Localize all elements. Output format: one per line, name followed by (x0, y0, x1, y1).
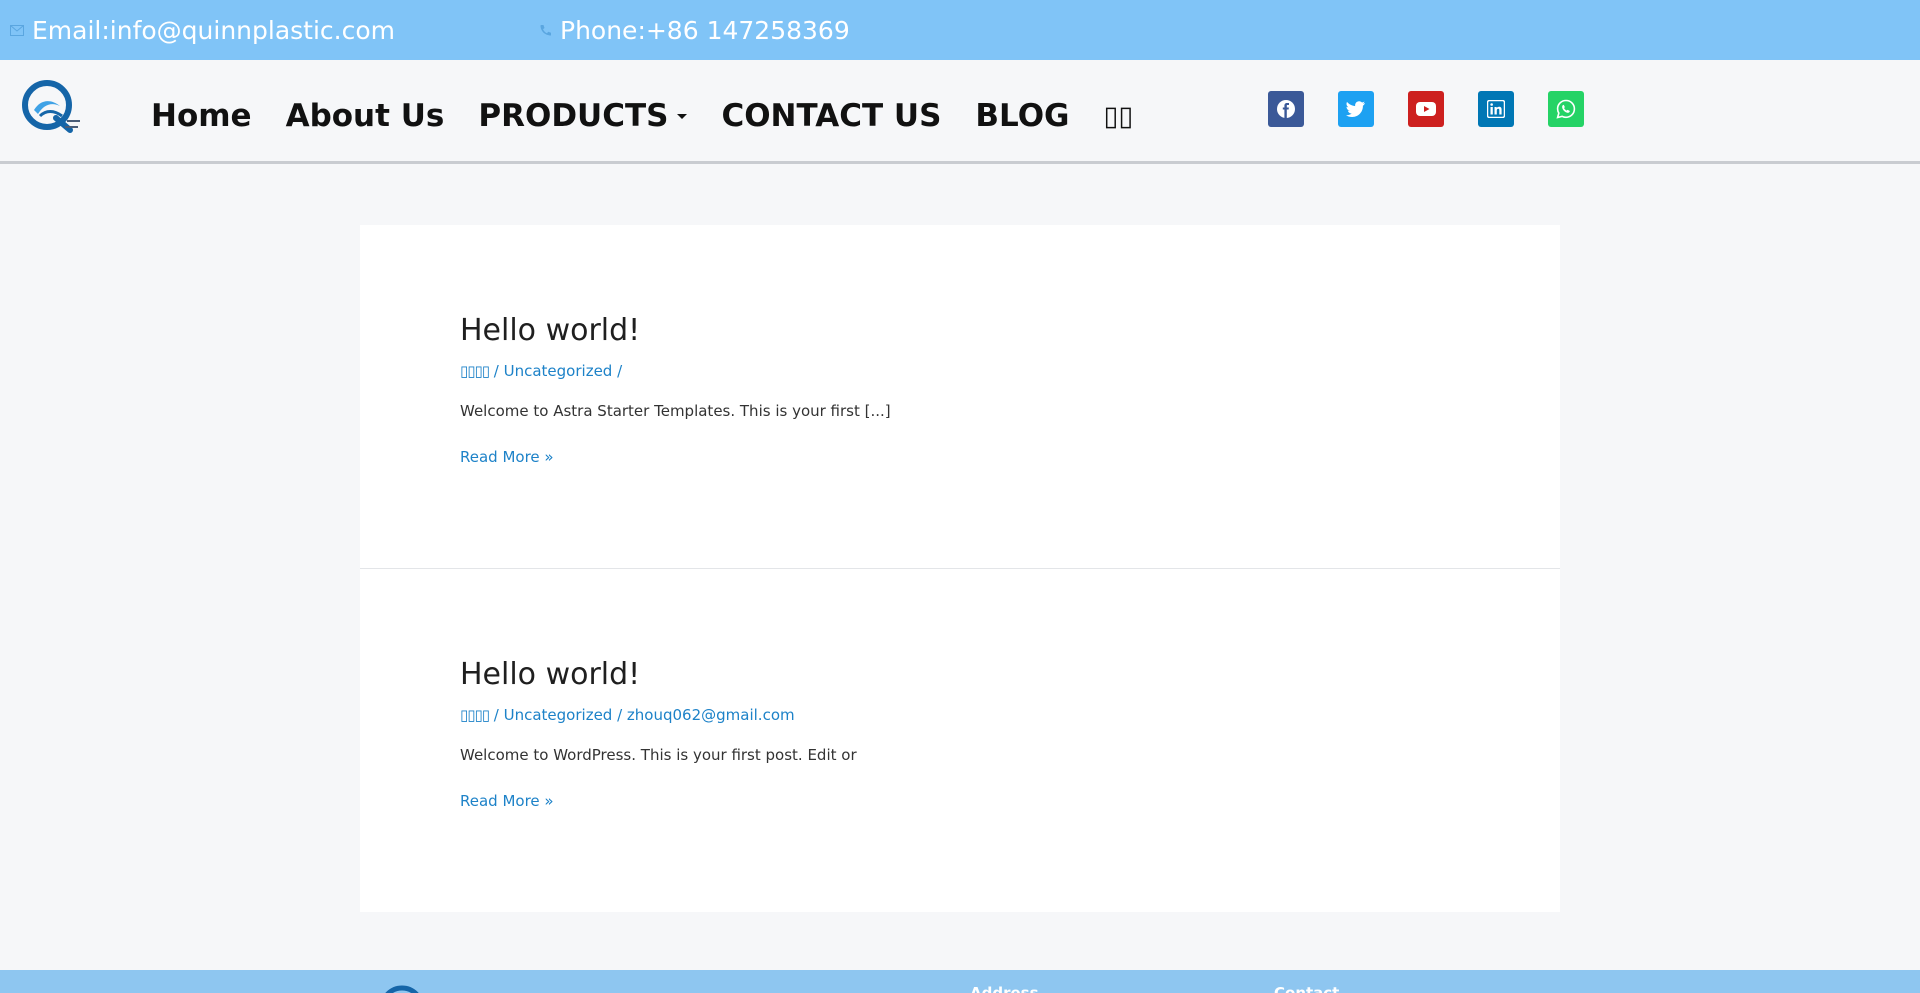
nav-item-language[interactable]: ▯▯ (1104, 101, 1134, 132)
caret-down-icon (677, 113, 688, 119)
post-date[interactable]: ▯▯▯▯ (460, 706, 490, 724)
post-title[interactable]: Hello world! (460, 653, 1460, 697)
twitter-link[interactable] (1338, 91, 1374, 127)
post-card: Hello world! ▯▯▯▯ / Uncategorized / zhou… (360, 568, 1560, 912)
site-logo[interactable] (20, 80, 82, 136)
site-footer: Address Contact (0, 970, 1920, 993)
main-nav: Home About Us PRODUCTS CONTACT US BLOG ▯… (151, 90, 1167, 142)
whatsapp-link[interactable] (1548, 91, 1584, 127)
nav-item-blog[interactable]: BLOG (975, 98, 1069, 134)
logo-mark (385, 985, 419, 993)
nav-item-about[interactable]: About Us (286, 98, 445, 134)
post-card: Hello world! ▯▯▯▯ / Uncategorized / Welc… (360, 225, 1560, 568)
facebook-icon (1277, 100, 1295, 118)
linkedin-icon (1487, 100, 1505, 118)
post-excerpt: Welcome to WordPress. This is your first… (460, 746, 857, 764)
meta-separator: / (489, 706, 504, 724)
post-list: Hello world! ▯▯▯▯ / Uncategorized / Welc… (360, 225, 1560, 912)
post-meta: ▯▯▯▯ / Uncategorized / (460, 360, 1460, 382)
twitter-icon (1346, 101, 1365, 117)
envelope-icon (8, 21, 26, 39)
post-category[interactable]: Uncategorized (504, 706, 613, 724)
nav-about-label: About Us (285, 98, 445, 134)
nav-contact-label: CONTACT US (721, 98, 942, 134)
youtube-icon (1416, 102, 1436, 116)
footer-contact-heading: Contact (1274, 984, 1340, 993)
nav-item-home[interactable]: Home (151, 98, 252, 134)
post-meta: ▯▯▯▯ / Uncategorized / zhouq062@gmail.co… (460, 704, 1460, 726)
post-date[interactable]: ▯▯▯▯ (460, 362, 490, 380)
phone-icon (536, 21, 554, 39)
meta-separator: / (489, 362, 504, 380)
post-excerpt: Welcome to Astra Starter Templates. This… (460, 402, 891, 420)
read-more-link[interactable]: Read More » (460, 446, 554, 468)
nav-item-products[interactable]: PRODUCTS (478, 98, 688, 134)
facebook-link[interactable] (1268, 91, 1304, 127)
linkedin-link[interactable] (1478, 91, 1514, 127)
post-title[interactable]: Hello world! (460, 309, 1460, 353)
meta-separator: / (612, 362, 623, 380)
nav-products-label: PRODUCTS (478, 98, 669, 134)
top-email[interactable]: Email:info@quinnplastic.com (8, 12, 395, 48)
footer-logo[interactable] (370, 982, 432, 993)
nav-home-label: Home (151, 98, 252, 134)
top-email-text: Email:info@quinnplastic.com (32, 15, 396, 45)
top-phone[interactable]: Phone:+86 147258369 (536, 12, 850, 48)
footer-address-heading: Address (970, 984, 1039, 993)
whatsapp-icon (1556, 99, 1576, 119)
meta-separator: / (612, 706, 627, 724)
top-contact-bar: Email:info@quinnplastic.com Phone:+86 14… (0, 0, 1920, 60)
social-links (1268, 91, 1618, 127)
nav-blog-label: BLOG (975, 98, 1070, 134)
site-header: Home About Us PRODUCTS CONTACT US BLOG ▯… (0, 60, 1920, 164)
logo-mark (22, 80, 80, 133)
nav-language-label: ▯▯ (1103, 100, 1134, 132)
youtube-link[interactable] (1408, 91, 1444, 127)
post-category[interactable]: Uncategorized (504, 362, 613, 380)
post-author[interactable]: zhouq062@gmail.com (627, 706, 795, 724)
top-phone-text: Phone:+86 147258369 (560, 15, 850, 45)
nav-item-contact[interactable]: CONTACT US (721, 98, 941, 134)
read-more-link[interactable]: Read More » (460, 790, 554, 812)
